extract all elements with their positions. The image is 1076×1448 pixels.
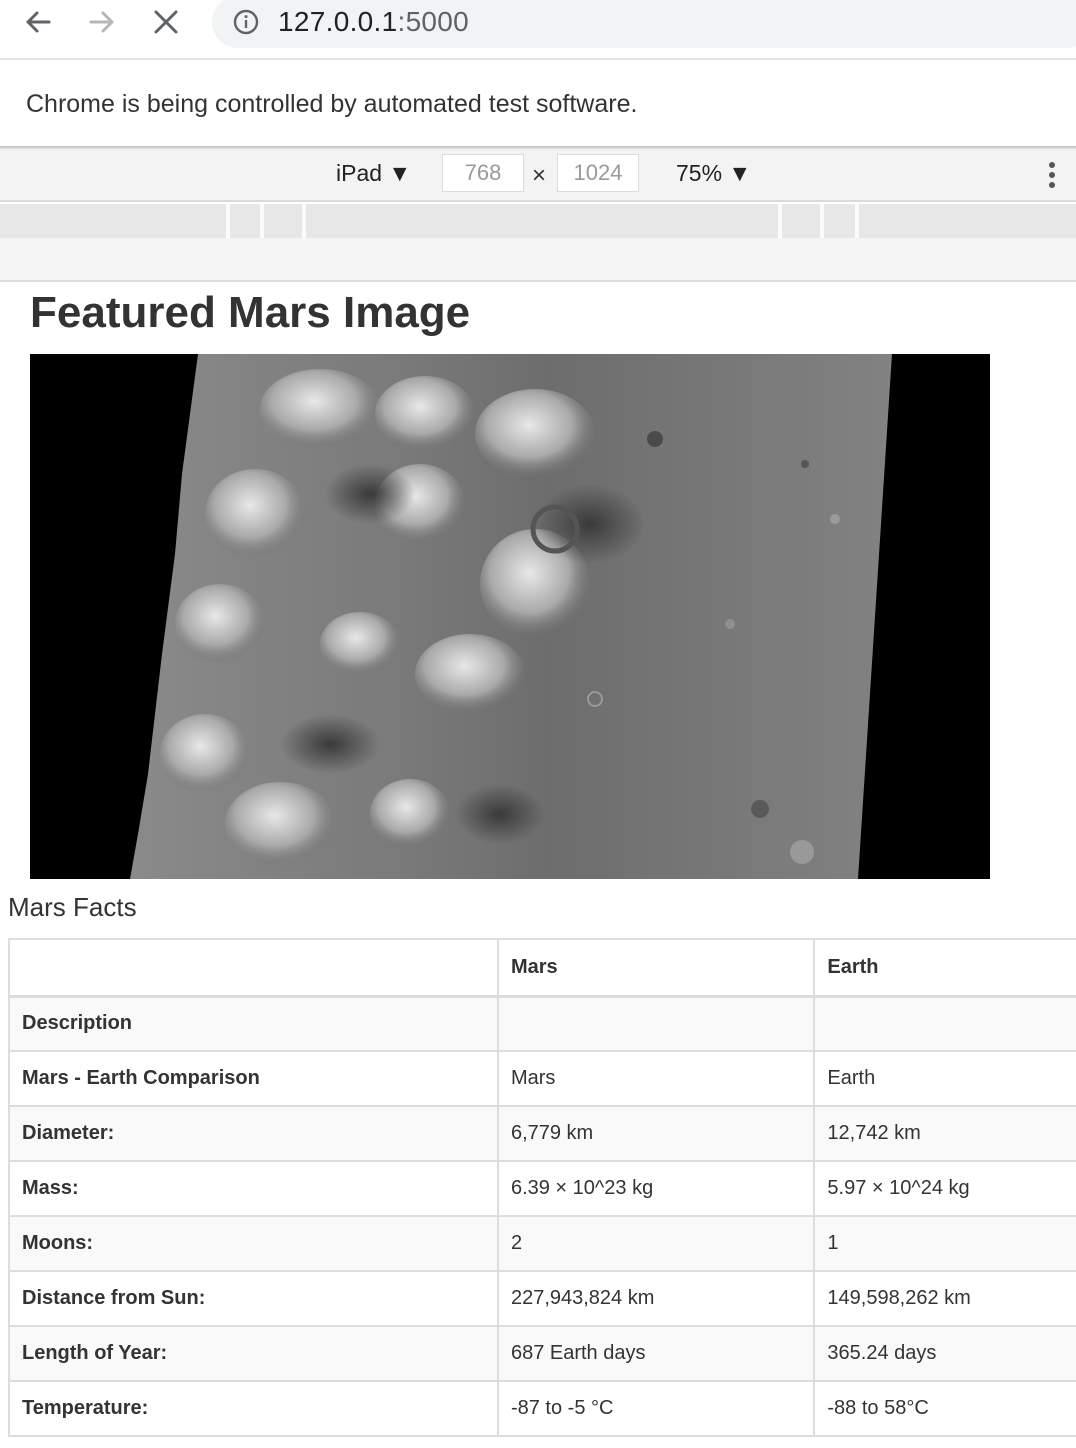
mars-value: -87 to -5 °C	[496, 1380, 816, 1437]
header-cell	[8, 938, 499, 998]
ruler-spacer	[0, 238, 1076, 282]
forward-arrow-icon	[89, 11, 114, 33]
header-cell-mars: Mars	[496, 938, 816, 998]
mars-value	[496, 995, 816, 1052]
url-port: :5000	[397, 6, 470, 37]
page-title: Featured Mars Image	[30, 288, 471, 337]
table-row: Length of Year: 687 Earth days 365.24 da…	[8, 1325, 1076, 1382]
url-host: 127.0.0.1	[278, 6, 398, 37]
row-label: Length of Year:	[8, 1325, 499, 1382]
mars-facts-heading: Mars Facts	[8, 892, 137, 922]
ruler-marker[interactable]	[855, 204, 859, 238]
mars-facts-table: Mars Earth Description Mars - Earth Comp…	[8, 938, 1076, 1437]
row-label: Moons:	[8, 1215, 499, 1272]
ruler-marker[interactable]	[226, 204, 230, 238]
viewport-width-input[interactable]	[442, 154, 524, 192]
automation-infobar: Chrome is being controlled by automated …	[0, 60, 1076, 148]
mars-value: 687 Earth days	[496, 1325, 816, 1382]
earth-value: Earth	[813, 1050, 1076, 1107]
address-bar[interactable]: 127.0.0.1:5000	[212, 0, 1076, 48]
table-row: Mars - Earth Comparison Mars Earth	[8, 1050, 1076, 1107]
earth-value: 1	[813, 1215, 1076, 1272]
earth-value: 5.97 × 10^24 kg	[813, 1160, 1076, 1217]
back-button[interactable]	[20, 4, 56, 40]
featured-mars-image	[30, 354, 990, 879]
back-arrow-icon	[26, 11, 51, 33]
earth-value: -88 to 58°C	[813, 1380, 1076, 1437]
earth-value	[813, 995, 1076, 1052]
ruler-marker[interactable]	[260, 204, 264, 238]
earth-value: 149,598,262 km	[813, 1270, 1076, 1327]
row-label: Distance from Sun:	[8, 1270, 499, 1327]
earth-value: 365.24 days	[813, 1325, 1076, 1382]
table-row: Distance from Sun: 227,943,824 km 149,59…	[8, 1270, 1076, 1327]
info-icon[interactable]	[232, 8, 260, 36]
table-row: Diameter: 6,779 km 12,742 km	[8, 1105, 1076, 1162]
url-text[interactable]: 127.0.0.1:5000	[278, 6, 469, 38]
ruler-marker[interactable]	[778, 204, 782, 238]
device-select[interactable]: iPad ▼	[336, 160, 411, 187]
table-row: Description	[8, 995, 1076, 1052]
ruler-marker[interactable]	[820, 204, 824, 238]
table-row: Mass: 6.39 × 10^23 kg 5.97 × 10^24 kg	[8, 1160, 1076, 1217]
zoom-select[interactable]: 75% ▼	[676, 160, 751, 187]
mars-value: 2	[496, 1215, 816, 1272]
mars-value: 6,779 km	[496, 1105, 816, 1162]
row-label: Mass:	[8, 1160, 499, 1217]
header-cell-earth: Earth	[813, 938, 1076, 998]
mars-value: Mars	[496, 1050, 816, 1107]
dimension-separator: ×	[532, 162, 547, 189]
row-label: Description	[8, 995, 499, 1052]
earth-value: 12,742 km	[813, 1105, 1076, 1162]
mars-value: 227,943,824 km	[496, 1270, 816, 1327]
row-label: Mars - Earth Comparison	[8, 1050, 499, 1107]
table-row: Moons: 2 1	[8, 1215, 1076, 1272]
infobar-text: Chrome is being controlled by automated …	[26, 89, 638, 118]
more-vertical-icon[interactable]	[1044, 158, 1060, 190]
close-icon	[154, 10, 178, 34]
mars-value: 6.39 × 10^23 kg	[496, 1160, 816, 1217]
table-header-row: Mars Earth	[8, 938, 1076, 998]
device-toolbar: iPad ▼ × 75% ▼	[0, 150, 1076, 202]
table-row: Temperature: -87 to -5 °C -88 to 58°C	[8, 1380, 1076, 1437]
media-query-ruler	[0, 204, 1076, 238]
stop-loading-button[interactable]	[148, 4, 184, 40]
viewport-height-input[interactable]	[557, 154, 639, 192]
forward-button[interactable]	[84, 4, 120, 40]
row-label: Temperature:	[8, 1380, 499, 1437]
ruler-marker[interactable]	[302, 204, 306, 238]
browser-toolbar: 127.0.0.1:5000	[0, 0, 1076, 48]
row-label: Diameter:	[8, 1105, 499, 1162]
